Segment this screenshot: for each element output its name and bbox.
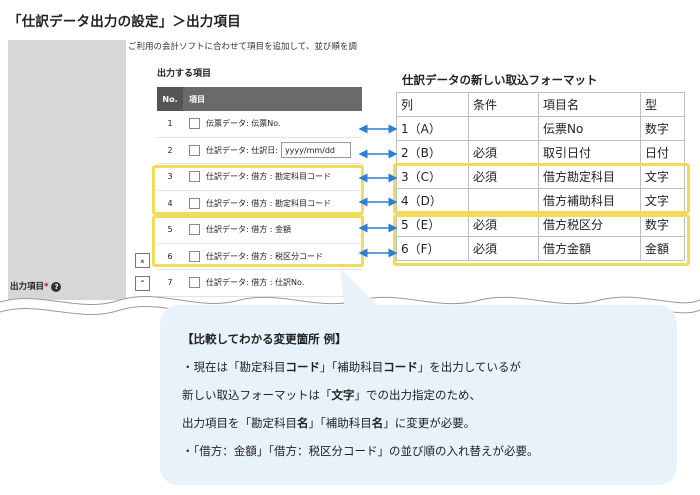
callout-line-4: ・「借方：金額」「借方：税区分コード」の並び順の入れ替えが必要。 xyxy=(182,444,539,458)
callout-line-3: 出力項目を「勘定科目名」「補助科目名」に変更が必要。 xyxy=(182,416,476,430)
callout-line-2: 新しい取込フォーマットは「文字」での出力指定のため、 xyxy=(182,388,481,402)
callout-body: 【比較してわかる変更箇所 例】 ・現在は「勘定科目コード」「補助科目コード」を出… xyxy=(182,325,539,465)
callout-line-1: ・現在は「勘定科目コード」「補助科目コード」を出力しているが xyxy=(182,360,521,374)
callout-heading: 【比較してわかる変更箇所 例】 xyxy=(182,332,347,346)
